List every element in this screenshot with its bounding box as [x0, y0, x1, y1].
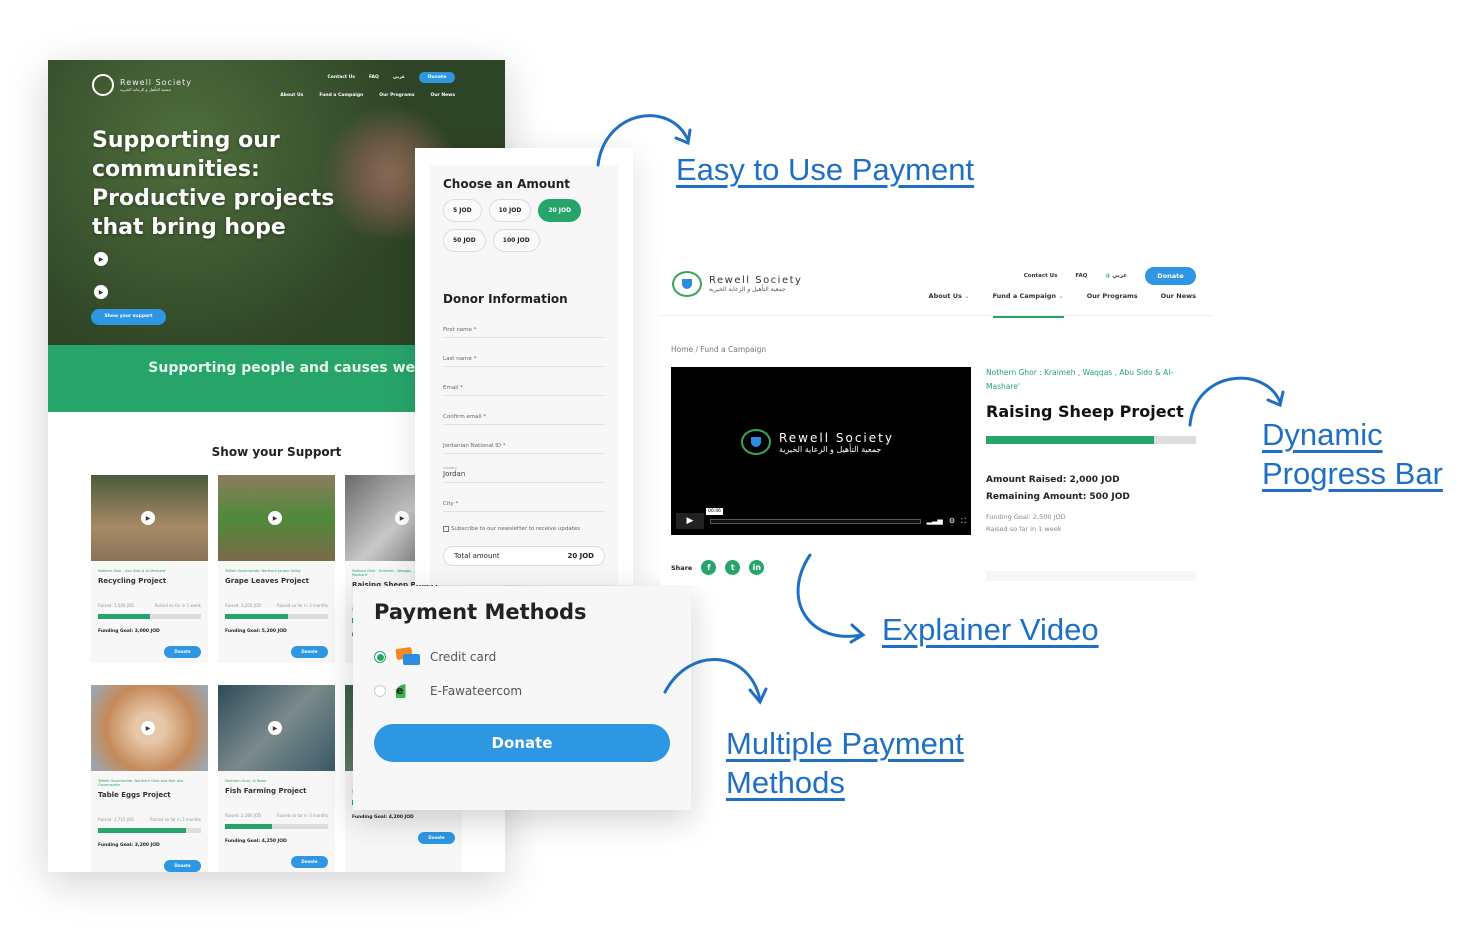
arrow-icon: [596, 114, 690, 167]
annotation-arrows: [596, 114, 1285, 705]
arrow-head-icon: [849, 623, 866, 644]
arrow-icon: [1188, 376, 1282, 427]
arrow-icon: [663, 657, 762, 702]
